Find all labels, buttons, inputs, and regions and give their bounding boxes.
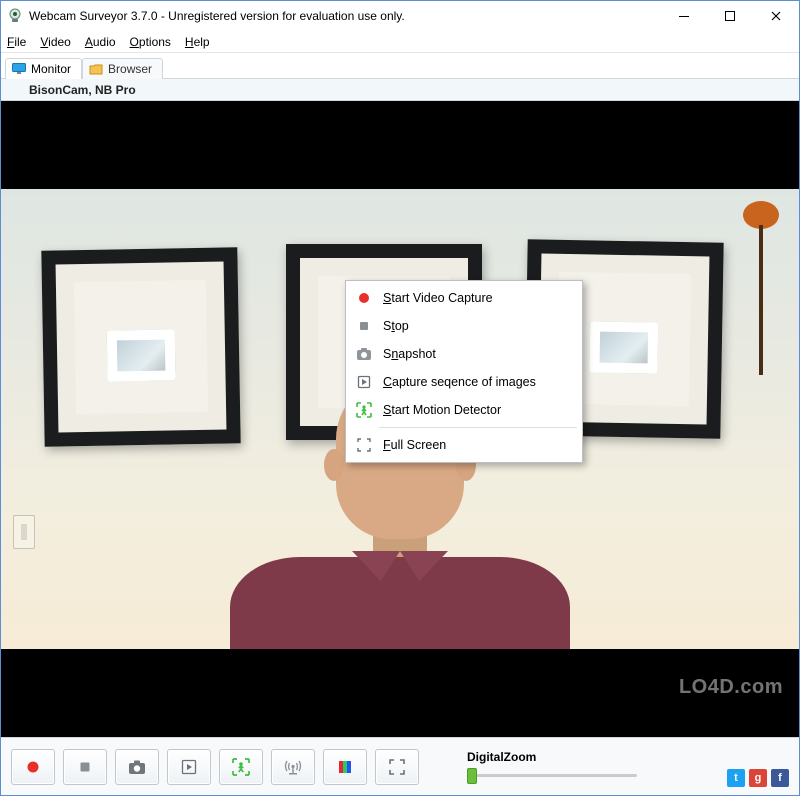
menu-video[interactable]: Video: [40, 35, 70, 49]
folder-icon: [89, 63, 103, 75]
menu-help[interactable]: Help: [185, 35, 210, 49]
sequence-icon: [355, 373, 373, 391]
cm-label: Full Screen: [383, 438, 446, 452]
menu-audio[interactable]: Audio: [85, 35, 116, 49]
cm-label: Snapshot: [383, 347, 436, 361]
titlebar: Webcam Surveyor 3.7.0 - Unregistered ver…: [1, 1, 799, 31]
cm-start-video-capture[interactable]: Start Video Capture Start Video Capture: [349, 284, 579, 312]
motion-detect-button[interactable]: [219, 749, 263, 785]
fullscreen-button[interactable]: [375, 749, 419, 785]
tab-browser-label: Browser: [108, 62, 152, 76]
menu-file[interactable]: File: [7, 35, 26, 49]
record-button[interactable]: [11, 749, 55, 785]
facebook-icon[interactable]: f: [771, 769, 789, 787]
color-settings-button[interactable]: [323, 749, 367, 785]
motion-icon: [355, 401, 373, 419]
slider-thumb[interactable]: [467, 768, 477, 784]
capture-sequence-button[interactable]: [167, 749, 211, 785]
app-window: Webcam Surveyor 3.7.0 - Unregistered ver…: [0, 0, 800, 796]
monitor-icon: [12, 63, 26, 75]
tab-monitor[interactable]: Monitor: [5, 58, 82, 79]
cm-capture-sequence[interactable]: Capture seqence of images Capture seqenc…: [349, 368, 579, 396]
context-menu-separator: [379, 427, 577, 428]
context-menu: Start Video Capture Start Video Capture …: [345, 280, 583, 463]
cm-start-motion-detector[interactable]: Start Motion Detector Start Motion Detec…: [349, 396, 579, 424]
light-switch-decor: [13, 515, 35, 549]
window-title: Webcam Surveyor 3.7.0 - Unregistered ver…: [29, 9, 661, 23]
snapshot-button[interactable]: [115, 749, 159, 785]
digital-zoom-label: DigitalZoom: [467, 750, 536, 764]
camera-name: BisonCam, NB Pro: [29, 83, 136, 97]
digital-zoom-slider[interactable]: [467, 766, 637, 784]
cm-label: Stop: [383, 319, 409, 333]
cm-label: Start Motion Detector: [383, 403, 501, 417]
twitter-icon[interactable]: t: [727, 769, 745, 787]
menubar: File Video Audio Options Help File Video…: [1, 31, 799, 53]
minimize-button[interactable]: [661, 1, 707, 31]
cm-label: Start Video Capture: [383, 291, 493, 305]
app-icon: [7, 8, 23, 24]
tab-monitor-label: Monitor: [31, 62, 71, 76]
googleplus-icon[interactable]: g: [749, 769, 767, 787]
maximize-button[interactable]: [707, 1, 753, 31]
stop-icon: [355, 317, 373, 335]
watermark: LO4D.com: [679, 676, 783, 699]
tab-browser[interactable]: Browser: [82, 58, 163, 79]
cm-full-screen[interactable]: Full Screen Full Screen: [349, 431, 579, 459]
tabbar: Monitor Browser: [1, 53, 799, 79]
lamp-decor: [741, 195, 781, 375]
digital-zoom-area: DigitalZoom: [467, 750, 637, 784]
social-links: t g f: [727, 769, 789, 787]
close-button[interactable]: [753, 1, 799, 31]
bottom-toolbar: DigitalZoom t g f: [1, 737, 799, 795]
cm-label: Capture seqence of images: [383, 375, 536, 389]
menu-options[interactable]: Options: [130, 35, 171, 49]
camera-name-bar: BisonCam, NB Pro: [1, 79, 799, 101]
background-frame: [41, 247, 240, 446]
camera-icon: [355, 345, 373, 363]
fullscreen-icon: [355, 436, 373, 454]
stop-button[interactable]: [63, 749, 107, 785]
cm-snapshot[interactable]: Snapshot Snapshot: [349, 340, 579, 368]
cm-stop[interactable]: Stop Stop: [349, 312, 579, 340]
broadcast-button[interactable]: [271, 749, 315, 785]
record-icon: [355, 289, 373, 307]
